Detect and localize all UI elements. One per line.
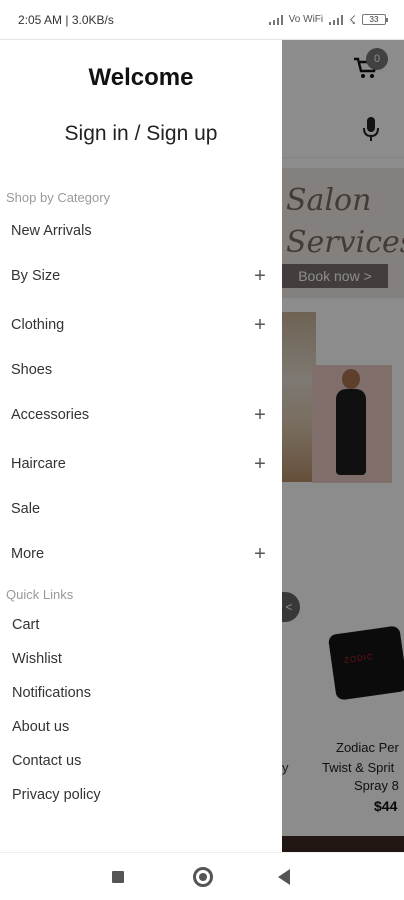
plus-icon[interactable]: +	[252, 265, 268, 288]
wifi-icon: ☇	[349, 12, 356, 27]
menu-item-haircare[interactable]: Haircare +	[0, 449, 282, 479]
menu-item-clothing[interactable]: Clothing +	[0, 310, 282, 340]
menu-item-label: By Size	[11, 268, 61, 284]
plus-icon[interactable]: +	[252, 314, 268, 337]
recent-apps-icon[interactable]	[112, 871, 124, 883]
menu-item-sale[interactable]: Sale	[0, 494, 282, 524]
signal-icon-2	[329, 14, 344, 25]
quick-link-privacy-policy[interactable]: Privacy policy	[0, 781, 282, 809]
sign-in-link[interactable]: Sign in / Sign up	[0, 122, 282, 146]
menu-item-new-arrivals[interactable]: New Arrivals	[0, 216, 282, 246]
plus-icon[interactable]: +	[252, 453, 268, 476]
drawer-welcome-title: Welcome	[88, 64, 194, 91]
status-icons: Vo WiFi ☇ 33	[268, 12, 388, 27]
plus-icon[interactable]: +	[252, 543, 268, 566]
menu-item-label: More	[11, 546, 45, 562]
signal-icon	[268, 14, 283, 25]
back-icon[interactable]	[278, 869, 290, 885]
menu-item-by-size[interactable]: By Size +	[0, 261, 282, 291]
menu-item-label: Haircare	[11, 456, 66, 472]
menu-item-label: Sale	[11, 501, 41, 517]
quick-link-about-us[interactable]: About us	[0, 713, 282, 741]
system-navigation-bar	[0, 852, 404, 900]
network-label: Vo WiFi	[288, 14, 324, 25]
menu-item-label: Clothing	[11, 317, 65, 333]
navigation-drawer: Welcome Sign in / Sign up Shop by Catego…	[0, 40, 282, 852]
menu-item-label: Shoes	[11, 362, 53, 378]
menu-item-accessories[interactable]: Accessories +	[0, 400, 282, 430]
plus-icon[interactable]: +	[252, 404, 268, 427]
status-bar: 2:05 AM | 3.0KB/s Vo WiFi ☇ 33	[0, 0, 404, 40]
status-time: 2:05 AM | 3.0KB/s	[18, 12, 114, 27]
quick-link-contact-us[interactable]: Contact us	[0, 747, 282, 775]
battery-icon: 33	[362, 14, 388, 25]
shop-by-category-label: Shop by Category	[6, 190, 111, 205]
quick-link-notifications[interactable]: Notifications	[0, 679, 282, 707]
menu-item-more[interactable]: More +	[0, 539, 282, 569]
quick-link-cart[interactable]: Cart	[0, 611, 282, 639]
quick-links-label: Quick Links	[6, 587, 74, 602]
quick-link-wishlist[interactable]: Wishlist	[0, 645, 282, 673]
menu-item-label: Accessories	[11, 407, 90, 423]
home-icon[interactable]	[193, 867, 213, 887]
menu-item-label: New Arrivals	[11, 223, 92, 239]
menu-item-shoes[interactable]: Shoes	[0, 355, 282, 385]
